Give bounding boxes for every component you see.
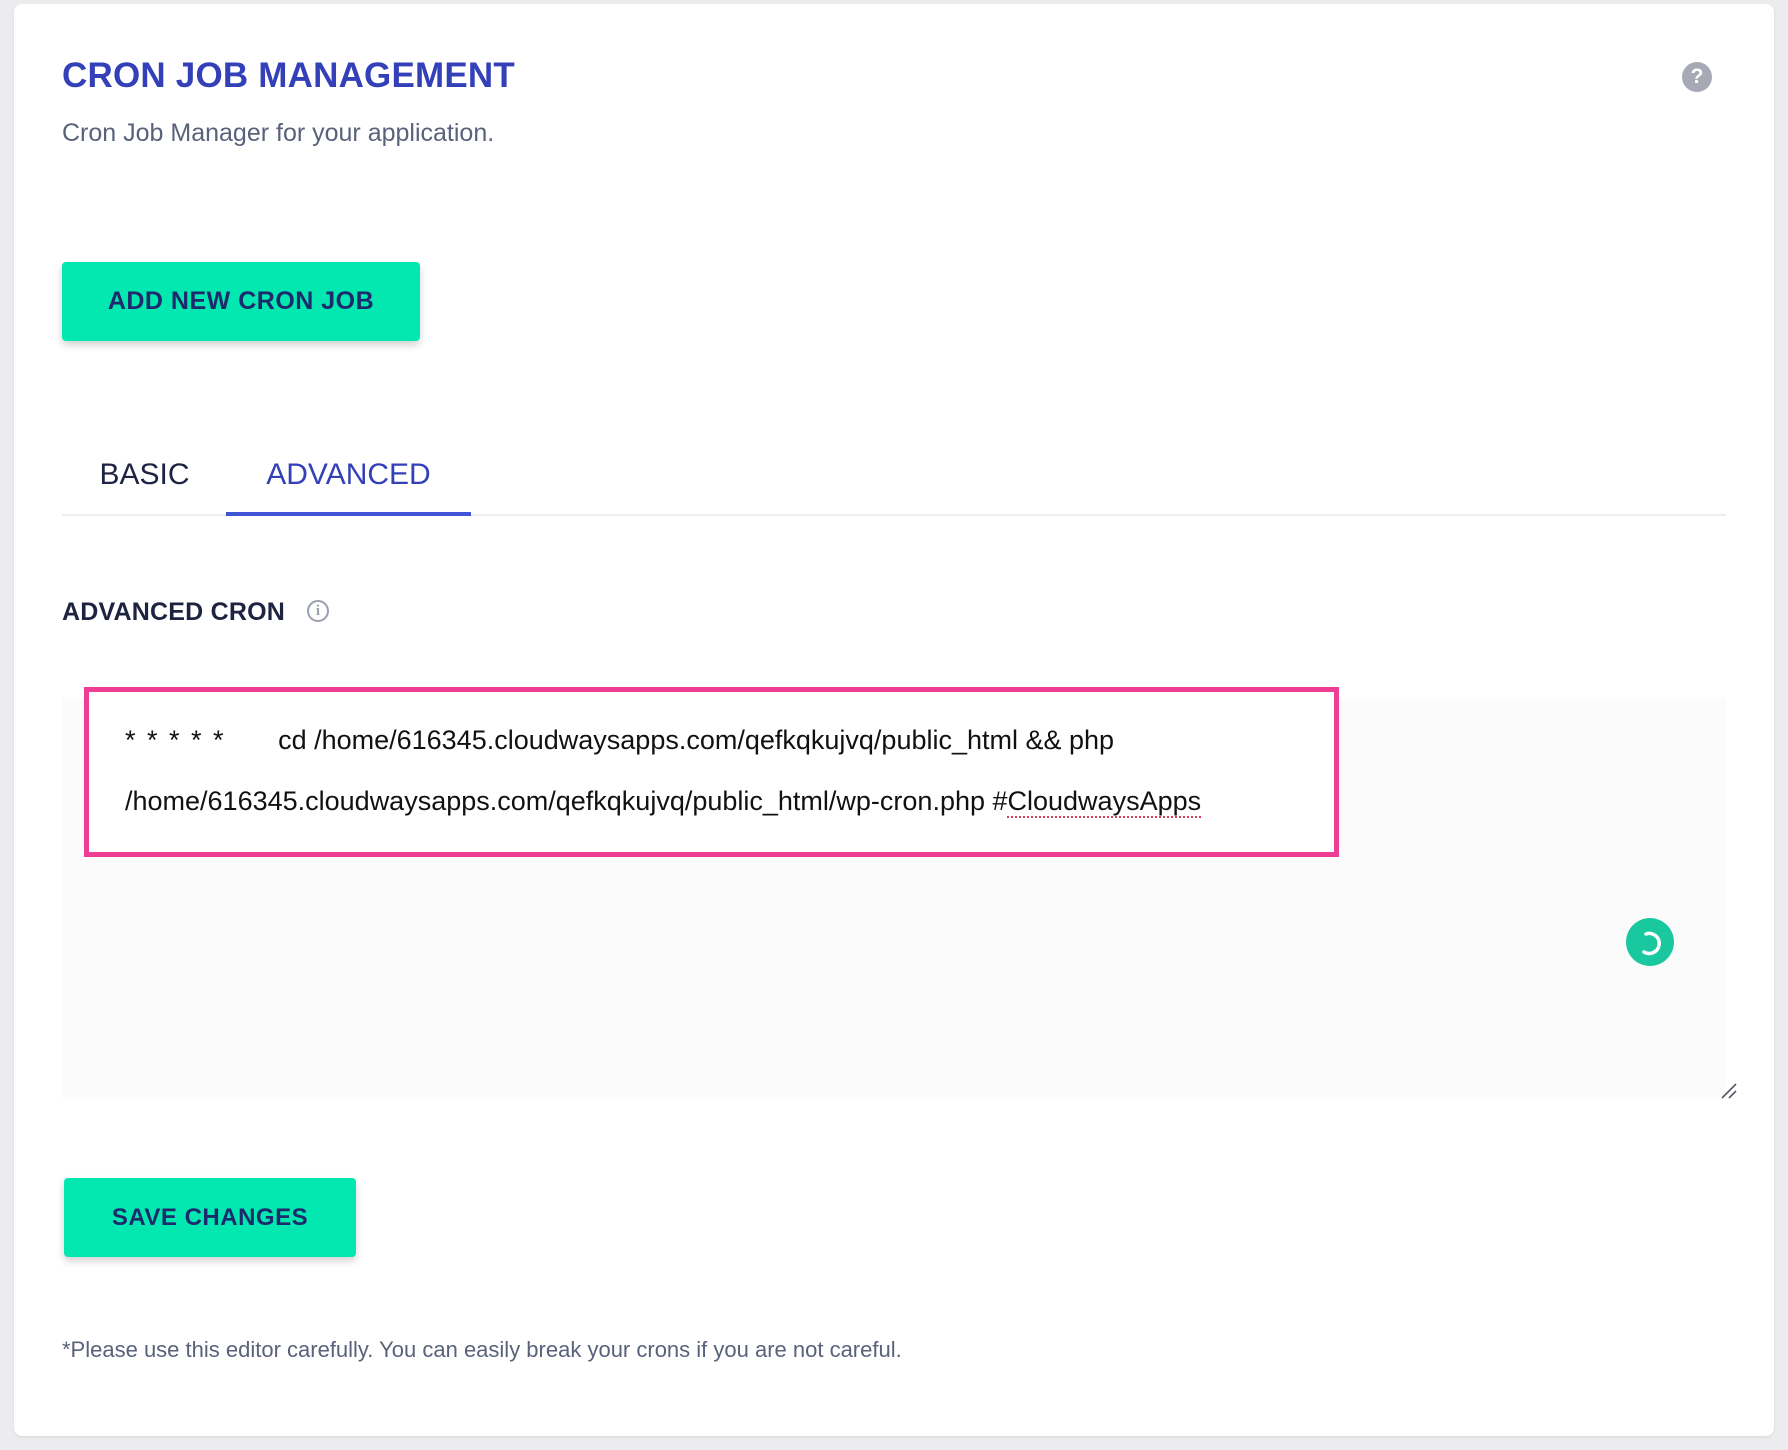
spellcheck-flagged-word: CloudwaysApps <box>1007 786 1202 816</box>
spinner-arc-icon <box>1642 931 1661 956</box>
cron-tabs: BASIC ADVANCED <box>62 434 1726 516</box>
add-new-cron-job-button[interactable]: ADD NEW CRON JOB <box>62 262 420 341</box>
cron-command-part1: cd /home/616345.cloudwaysapps.com/qefkqk… <box>278 725 1115 755</box>
page-subtitle: Cron Job Manager for your application. <box>62 119 495 147</box>
loading-spinner-icon <box>1626 918 1674 966</box>
tab-basic[interactable]: BASIC <box>62 434 227 516</box>
page-title: CRON JOB MANAGEMENT <box>62 56 515 95</box>
save-changes-button[interactable]: SAVE CHANGES <box>64 1178 356 1257</box>
cron-command-path: /home/616345.cloudwaysapps.com/qefkqkujv… <box>125 786 1008 816</box>
editor-warning-note: *Please use this editor carefully. You c… <box>62 1337 902 1362</box>
help-icon[interactable]: ? <box>1682 62 1712 92</box>
info-icon[interactable]: i <box>307 600 329 622</box>
cron-entry-line-1[interactable]: * * * * * cd /home/616345.cloudwaysapps.… <box>125 723 1114 757</box>
cron-entry-highlight-box <box>84 687 1339 857</box>
resize-handle-icon[interactable] <box>1720 1082 1738 1100</box>
cron-management-card: CRON JOB MANAGEMENT Cron Job Manager for… <box>14 4 1774 1436</box>
cron-entry-line-2[interactable]: /home/616345.cloudwaysapps.com/qefkqkujv… <box>125 784 1201 818</box>
advanced-cron-heading: ADVANCED CRON <box>62 598 285 626</box>
cron-schedule: * * * * * <box>125 725 226 755</box>
tab-advanced[interactable]: ADVANCED <box>226 434 471 516</box>
